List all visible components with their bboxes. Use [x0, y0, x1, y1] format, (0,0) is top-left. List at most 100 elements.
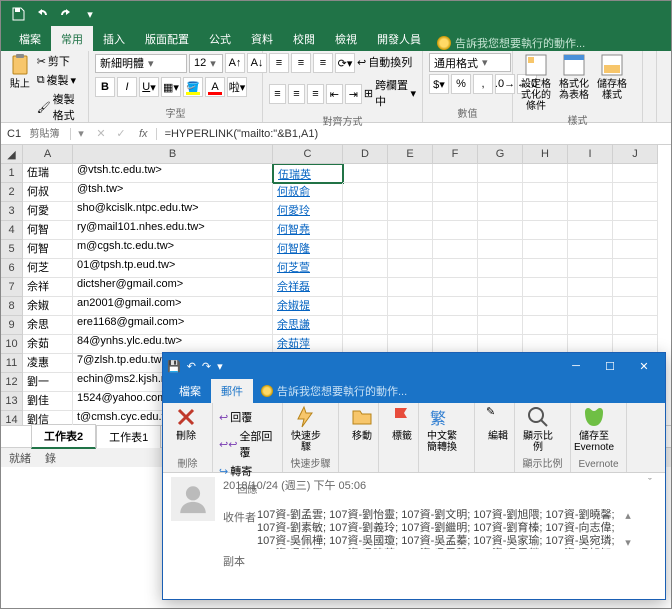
move-button[interactable]: 移動 [345, 405, 379, 442]
cell[interactable] [343, 221, 388, 240]
fx-icon[interactable]: fx [131, 128, 157, 140]
maximize-button[interactable]: ☐ [593, 354, 627, 378]
cell[interactable] [388, 240, 433, 259]
inc-decimal-icon[interactable]: .0→ [495, 74, 515, 94]
increase-font-icon[interactable]: A↑ [225, 53, 245, 73]
edit-button[interactable]: ✎編輯 [481, 405, 515, 442]
cell[interactable]: 凌惠 [23, 354, 73, 373]
cell[interactable] [568, 297, 613, 316]
border-button[interactable]: ▦▾ [161, 77, 181, 97]
row-header[interactable]: 4 [1, 221, 23, 240]
cell[interactable]: 何智隆 [273, 240, 343, 259]
tab-layout[interactable]: 版面配置 [135, 26, 199, 51]
redo-icon[interactable] [55, 3, 77, 25]
cell[interactable] [433, 278, 478, 297]
cell[interactable]: @tsh.tw> [73, 183, 273, 202]
cell[interactable] [343, 278, 388, 297]
cell[interactable] [433, 221, 478, 240]
row-header[interactable]: 9 [1, 316, 23, 335]
col-header-J[interactable]: J [613, 145, 658, 164]
cell[interactable]: sho@kcislk.ntpc.edu.tw> [73, 202, 273, 221]
undo-icon[interactable] [31, 3, 53, 25]
cell[interactable] [388, 202, 433, 221]
cell[interactable] [568, 164, 613, 183]
cell-styles-button[interactable]: 儲存格樣式 [595, 53, 629, 101]
close-button[interactable]: ✕ [627, 354, 661, 378]
cell[interactable] [388, 164, 433, 183]
cell[interactable]: 何芝萱 [273, 259, 343, 278]
sheet-tab-2[interactable]: 工作表2 [31, 424, 96, 449]
redo-icon[interactable]: ↷ [202, 360, 211, 373]
align-center-icon[interactable]: ≡ [288, 84, 305, 104]
select-all-corner[interactable]: ◢ [1, 145, 23, 164]
row-header[interactable]: 8 [1, 297, 23, 316]
cell[interactable]: 余婌 [23, 297, 73, 316]
cell[interactable] [433, 202, 478, 221]
col-header-C[interactable]: C [273, 145, 343, 164]
row-header[interactable]: 7 [1, 278, 23, 297]
col-header-E[interactable]: E [388, 145, 433, 164]
phonetic-button[interactable]: 啦▾ [227, 77, 247, 97]
tags-button[interactable]: 標籤 [385, 405, 419, 442]
tab-insert[interactable]: 插入 [93, 26, 135, 51]
conditional-format-button[interactable]: 設定格式化的條件 [519, 53, 553, 112]
ol-tab-file[interactable]: 檔案 [169, 379, 211, 403]
cell[interactable]: 何叔 [23, 183, 73, 202]
row-header[interactable]: 1 [1, 164, 23, 183]
cell[interactable] [478, 316, 523, 335]
qat-customize-icon[interactable]: ▾ [79, 3, 101, 25]
underline-button[interactable]: U▾ [139, 77, 159, 97]
row-header[interactable]: 12 [1, 373, 23, 392]
cell[interactable] [388, 297, 433, 316]
cell[interactable] [523, 202, 568, 221]
font-name-select[interactable]: 新細明體▾ [95, 54, 187, 73]
cell[interactable]: 劉信 [23, 411, 73, 425]
scroll-up-icon[interactable]: ▴ [625, 509, 631, 522]
cell[interactable]: 劉佳 [23, 392, 73, 411]
undo-icon[interactable]: ↶ [187, 360, 196, 373]
cell[interactable] [613, 164, 658, 183]
cell[interactable] [568, 316, 613, 335]
format-painter-button[interactable]: 🖌複製格式 [37, 91, 82, 123]
col-header-H[interactable]: H [523, 145, 568, 164]
cell[interactable]: 余思 [23, 316, 73, 335]
col-header-D[interactable]: D [343, 145, 388, 164]
reply-button[interactable]: ↩回覆 [219, 409, 276, 425]
cell[interactable] [388, 278, 433, 297]
row-header[interactable]: 11 [1, 354, 23, 373]
cell[interactable]: 何芝 [23, 259, 73, 278]
sheet-tab-1[interactable]: 工作表1 [96, 425, 161, 448]
cell[interactable] [613, 221, 658, 240]
cell[interactable]: 佘祥磊 [273, 278, 343, 297]
cell[interactable]: 余婌禔 [273, 297, 343, 316]
cell[interactable] [478, 183, 523, 202]
cell[interactable] [388, 259, 433, 278]
cell[interactable] [613, 183, 658, 202]
tab-home[interactable]: 常用 [51, 26, 93, 51]
tab-data[interactable]: 資料 [241, 26, 283, 51]
wrap-text-button[interactable]: ↩自動換列 [357, 54, 412, 70]
tab-review[interactable]: 校閱 [283, 26, 325, 51]
cell[interactable] [523, 297, 568, 316]
cell[interactable] [613, 297, 658, 316]
cell[interactable] [568, 278, 613, 297]
cell[interactable]: 何叔俞 [273, 183, 343, 202]
cell[interactable] [478, 202, 523, 221]
cell[interactable] [478, 259, 523, 278]
cell[interactable] [613, 240, 658, 259]
cell[interactable]: 伍瑞英 [273, 164, 343, 183]
copy-button[interactable]: ⧉複製 ▾ [37, 72, 82, 88]
row-header[interactable]: 6 [1, 259, 23, 278]
cell[interactable] [523, 183, 568, 202]
cell[interactable]: 01@tpsh.tp.eud.tw> [73, 259, 273, 278]
cell[interactable] [523, 316, 568, 335]
ol-tab-message[interactable]: 郵件 [211, 379, 253, 403]
percent-icon[interactable]: % [451, 74, 471, 94]
cht-button[interactable]: 繁中文繁簡轉換 [425, 405, 459, 453]
merge-button[interactable]: ⊞跨欄置中▾ [364, 77, 416, 109]
delete-button[interactable]: 刪除 [169, 405, 203, 442]
tab-file[interactable]: 檔案 [9, 26, 51, 51]
cell[interactable] [523, 221, 568, 240]
evernote-button[interactable]: 儲存至Evernote [577, 405, 611, 453]
cell[interactable]: @vtsh.tc.edu.tw> [73, 164, 273, 183]
